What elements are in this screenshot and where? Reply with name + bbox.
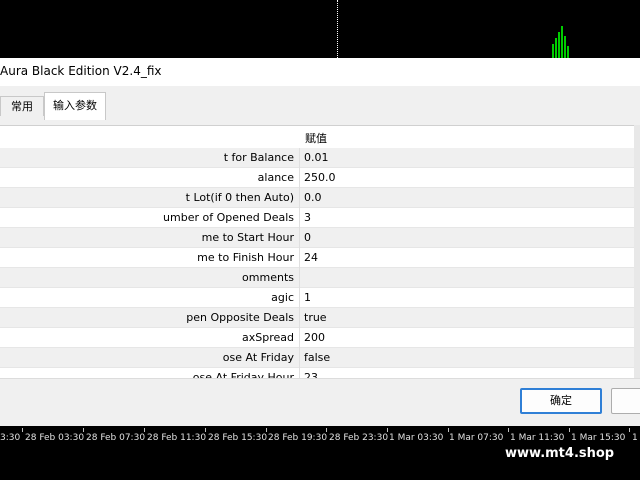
candle [552, 44, 554, 58]
param-name: omments [242, 271, 294, 284]
value-column-header[interactable]: 赋值 [305, 130, 327, 146]
dialog-titlebar[interactable]: Aura Black Edition V2.4_fix [0, 58, 640, 86]
column-divider [299, 248, 300, 268]
candle [567, 46, 569, 58]
candle [558, 32, 560, 58]
candle [564, 36, 566, 58]
param-name: alance [257, 171, 294, 184]
column-divider [299, 228, 300, 248]
time-tick-label: 1 Mar 15:30 [571, 433, 626, 443]
param-value[interactable]: 200 [304, 331, 325, 344]
column-divider [299, 348, 300, 368]
column-divider [299, 208, 300, 228]
dialog-footer: 确定 [0, 378, 640, 427]
param-name: t for Balance [223, 151, 294, 164]
param-name: ose At Friday [222, 351, 294, 364]
time-tick-label: 3:30 [0, 433, 21, 443]
tick-mark [205, 428, 206, 432]
param-value[interactable]: 0.01 [304, 151, 329, 164]
table-row[interactable]: agic 1 [0, 288, 634, 308]
param-name: me to Start Hour [201, 231, 294, 244]
column-divider [299, 268, 300, 288]
time-tick-label: 1 Mar 03:30 [389, 433, 444, 443]
time-tick-label: 28 Feb 03:30 [25, 433, 85, 443]
time-tick-label: 1 Mar 11:30 [510, 433, 565, 443]
param-value[interactable]: 0.0 [304, 191, 322, 204]
ea-properties-dialog: Aura Black Edition V2.4_fix 常用 输入参数 赋值 t… [0, 58, 640, 427]
time-tick-label: 28 Feb 19:30 [268, 433, 328, 443]
tick-mark [508, 428, 509, 432]
watermark-text: www.mt4.shop [505, 446, 615, 461]
param-value[interactable]: 24 [304, 251, 318, 264]
param-value[interactable]: 1 [304, 291, 311, 304]
grid-scrollbar[interactable] [634, 125, 640, 378]
ok-button[interactable]: 确定 [520, 388, 602, 414]
param-name: me to Finish Hour [197, 251, 294, 264]
time-tick-label: 28 Feb 23:30 [329, 433, 389, 443]
column-divider [299, 328, 300, 348]
time-tick-label: 1 Mar 07:30 [449, 433, 504, 443]
candles [552, 26, 574, 58]
tick-mark [83, 428, 84, 432]
param-value[interactable]: 0 [304, 231, 311, 244]
cancel-button[interactable] [611, 388, 640, 414]
param-name: t Lot(if 0 then Auto) [185, 191, 294, 204]
chart-crosshair-line [337, 0, 338, 58]
table-row[interactable]: me to Finish Hour 24 [0, 248, 634, 268]
param-name: agic [271, 291, 294, 304]
time-tick-label: 1 [632, 433, 638, 443]
tab-bar: 常用 输入参数 [0, 86, 640, 124]
table-row[interactable]: t Lot(if 0 then Auto) 0.0 [0, 188, 634, 208]
table-row[interactable]: alance 250.0 [0, 168, 634, 188]
tick-mark [144, 428, 145, 432]
tick-mark [326, 428, 327, 432]
table-row[interactable]: t for Balance 0.01 [0, 148, 634, 168]
dialog-title: Aura Black Edition V2.4_fix [0, 64, 162, 78]
table-row[interactable]: me to Start Hour 0 [0, 228, 634, 248]
parameters-grid: 赋值 t for Balance 0.01 alance 250.0 t Lot… [0, 125, 634, 379]
column-divider [299, 188, 300, 208]
param-name: umber of Opened Deals [163, 211, 294, 224]
column-divider [299, 168, 300, 188]
tick-mark [448, 428, 449, 432]
candle [561, 26, 563, 58]
table-row[interactable]: ose At Friday false [0, 348, 634, 368]
chart-area [0, 0, 640, 58]
tick-mark [22, 428, 23, 432]
tick-mark [569, 428, 570, 432]
tick-mark [387, 428, 388, 432]
column-divider [299, 308, 300, 328]
tick-mark [266, 428, 267, 432]
time-tick-label: 28 Feb 15:30 [208, 433, 268, 443]
column-divider [299, 148, 300, 168]
time-tick-label: 28 Feb 07:30 [86, 433, 146, 443]
tab-input-parameters[interactable]: 输入参数 [44, 92, 106, 120]
time-tick-label: 28 Feb 11:30 [147, 433, 207, 443]
candle [555, 38, 557, 58]
table-row[interactable]: axSpread 200 [0, 328, 634, 348]
param-name: pen Opposite Deals [186, 311, 294, 324]
time-axis: 3:30 28 Feb 03:30 28 Feb 07:30 28 Feb 11… [0, 426, 640, 480]
param-name: axSpread [242, 331, 294, 344]
table-row[interactable]: pen Opposite Deals true [0, 308, 634, 328]
tick-mark [629, 428, 630, 432]
param-value[interactable]: 250.0 [304, 171, 336, 184]
column-divider [299, 288, 300, 308]
param-value[interactable]: 3 [304, 211, 311, 224]
table-row[interactable]: umber of Opened Deals 3 [0, 208, 634, 228]
param-value[interactable]: true [304, 311, 327, 324]
param-value[interactable]: false [304, 351, 330, 364]
table-row[interactable]: omments [0, 268, 634, 288]
grid-header: 赋值 [0, 126, 634, 148]
tab-general[interactable]: 常用 [0, 96, 44, 116]
